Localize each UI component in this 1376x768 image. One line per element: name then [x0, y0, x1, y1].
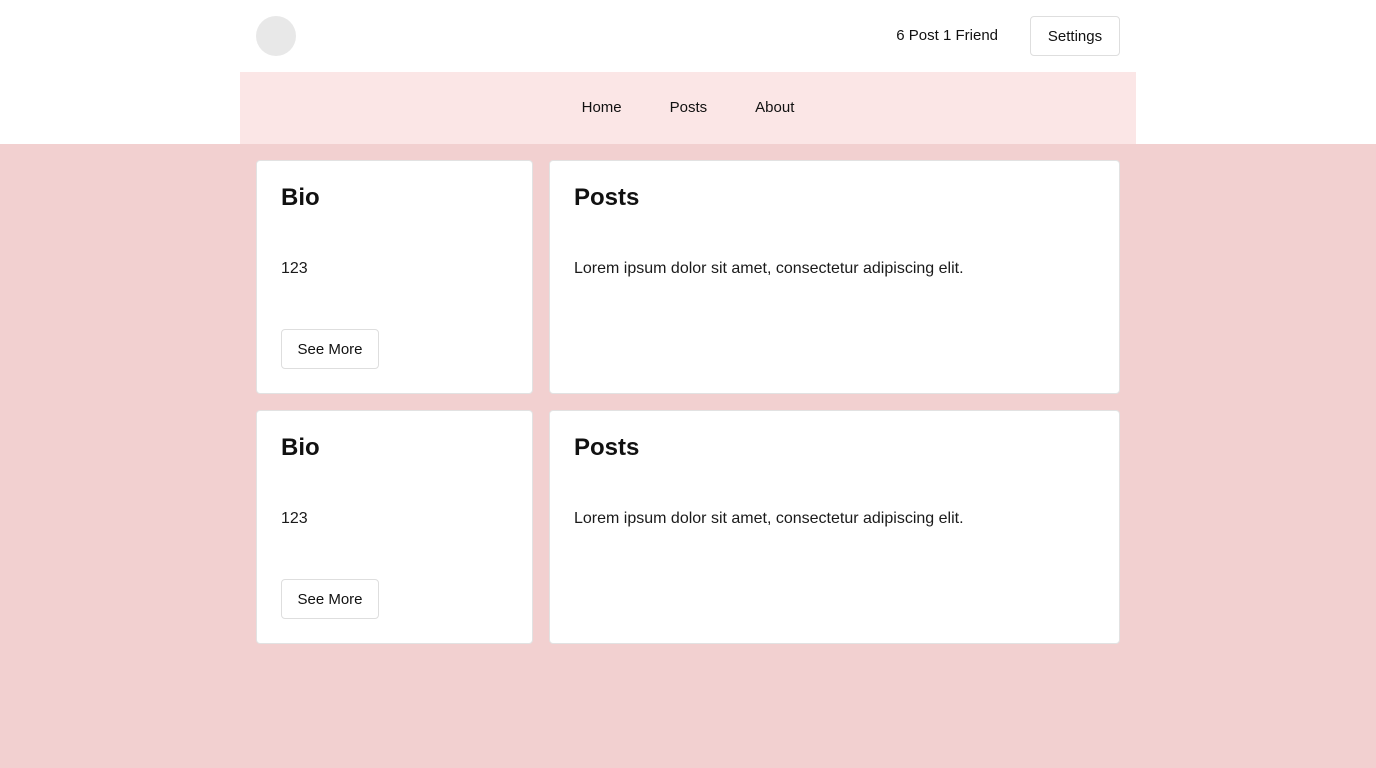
- bio-text: 123: [281, 510, 308, 527]
- avatar[interactable]: [256, 16, 296, 56]
- post-text: Lorem ipsum dolor sit amet, consectetur …: [574, 260, 964, 277]
- settings-button[interactable]: Settings: [1030, 16, 1120, 56]
- post-text: Lorem ipsum dolor sit amet, consectetur …: [574, 510, 964, 527]
- see-more-button[interactable]: See More: [281, 579, 379, 619]
- profile-stats: 6 Post 1 Friend: [896, 27, 998, 44]
- content-grid: Bio 123 See More Posts Lorem ipsum dolor…: [256, 160, 1120, 644]
- nav-item-posts[interactable]: Posts: [646, 98, 732, 118]
- nav-bar: Home Posts About: [240, 72, 1136, 144]
- posts-card: Posts Lorem ipsum dolor sit amet, consec…: [549, 410, 1120, 644]
- bio-title: Bio: [281, 434, 320, 461]
- posts-card: Posts Lorem ipsum dolor sit amet, consec…: [549, 160, 1120, 394]
- bio-card: Bio 123 See More: [256, 410, 533, 644]
- bio-title: Bio: [281, 184, 320, 211]
- header: 6 Post 1 Friend Settings: [240, 0, 1136, 72]
- bio-text: 123: [281, 260, 308, 277]
- posts-title: Posts: [574, 434, 640, 461]
- nav-item-home[interactable]: Home: [558, 98, 646, 118]
- bio-card: Bio 123 See More: [256, 160, 533, 394]
- posts-title: Posts: [574, 184, 640, 211]
- page-container: 6 Post 1 Friend Settings Home Posts Abou…: [240, 0, 1136, 144]
- see-more-button[interactable]: See More: [281, 329, 379, 369]
- nav-item-about[interactable]: About: [731, 98, 818, 118]
